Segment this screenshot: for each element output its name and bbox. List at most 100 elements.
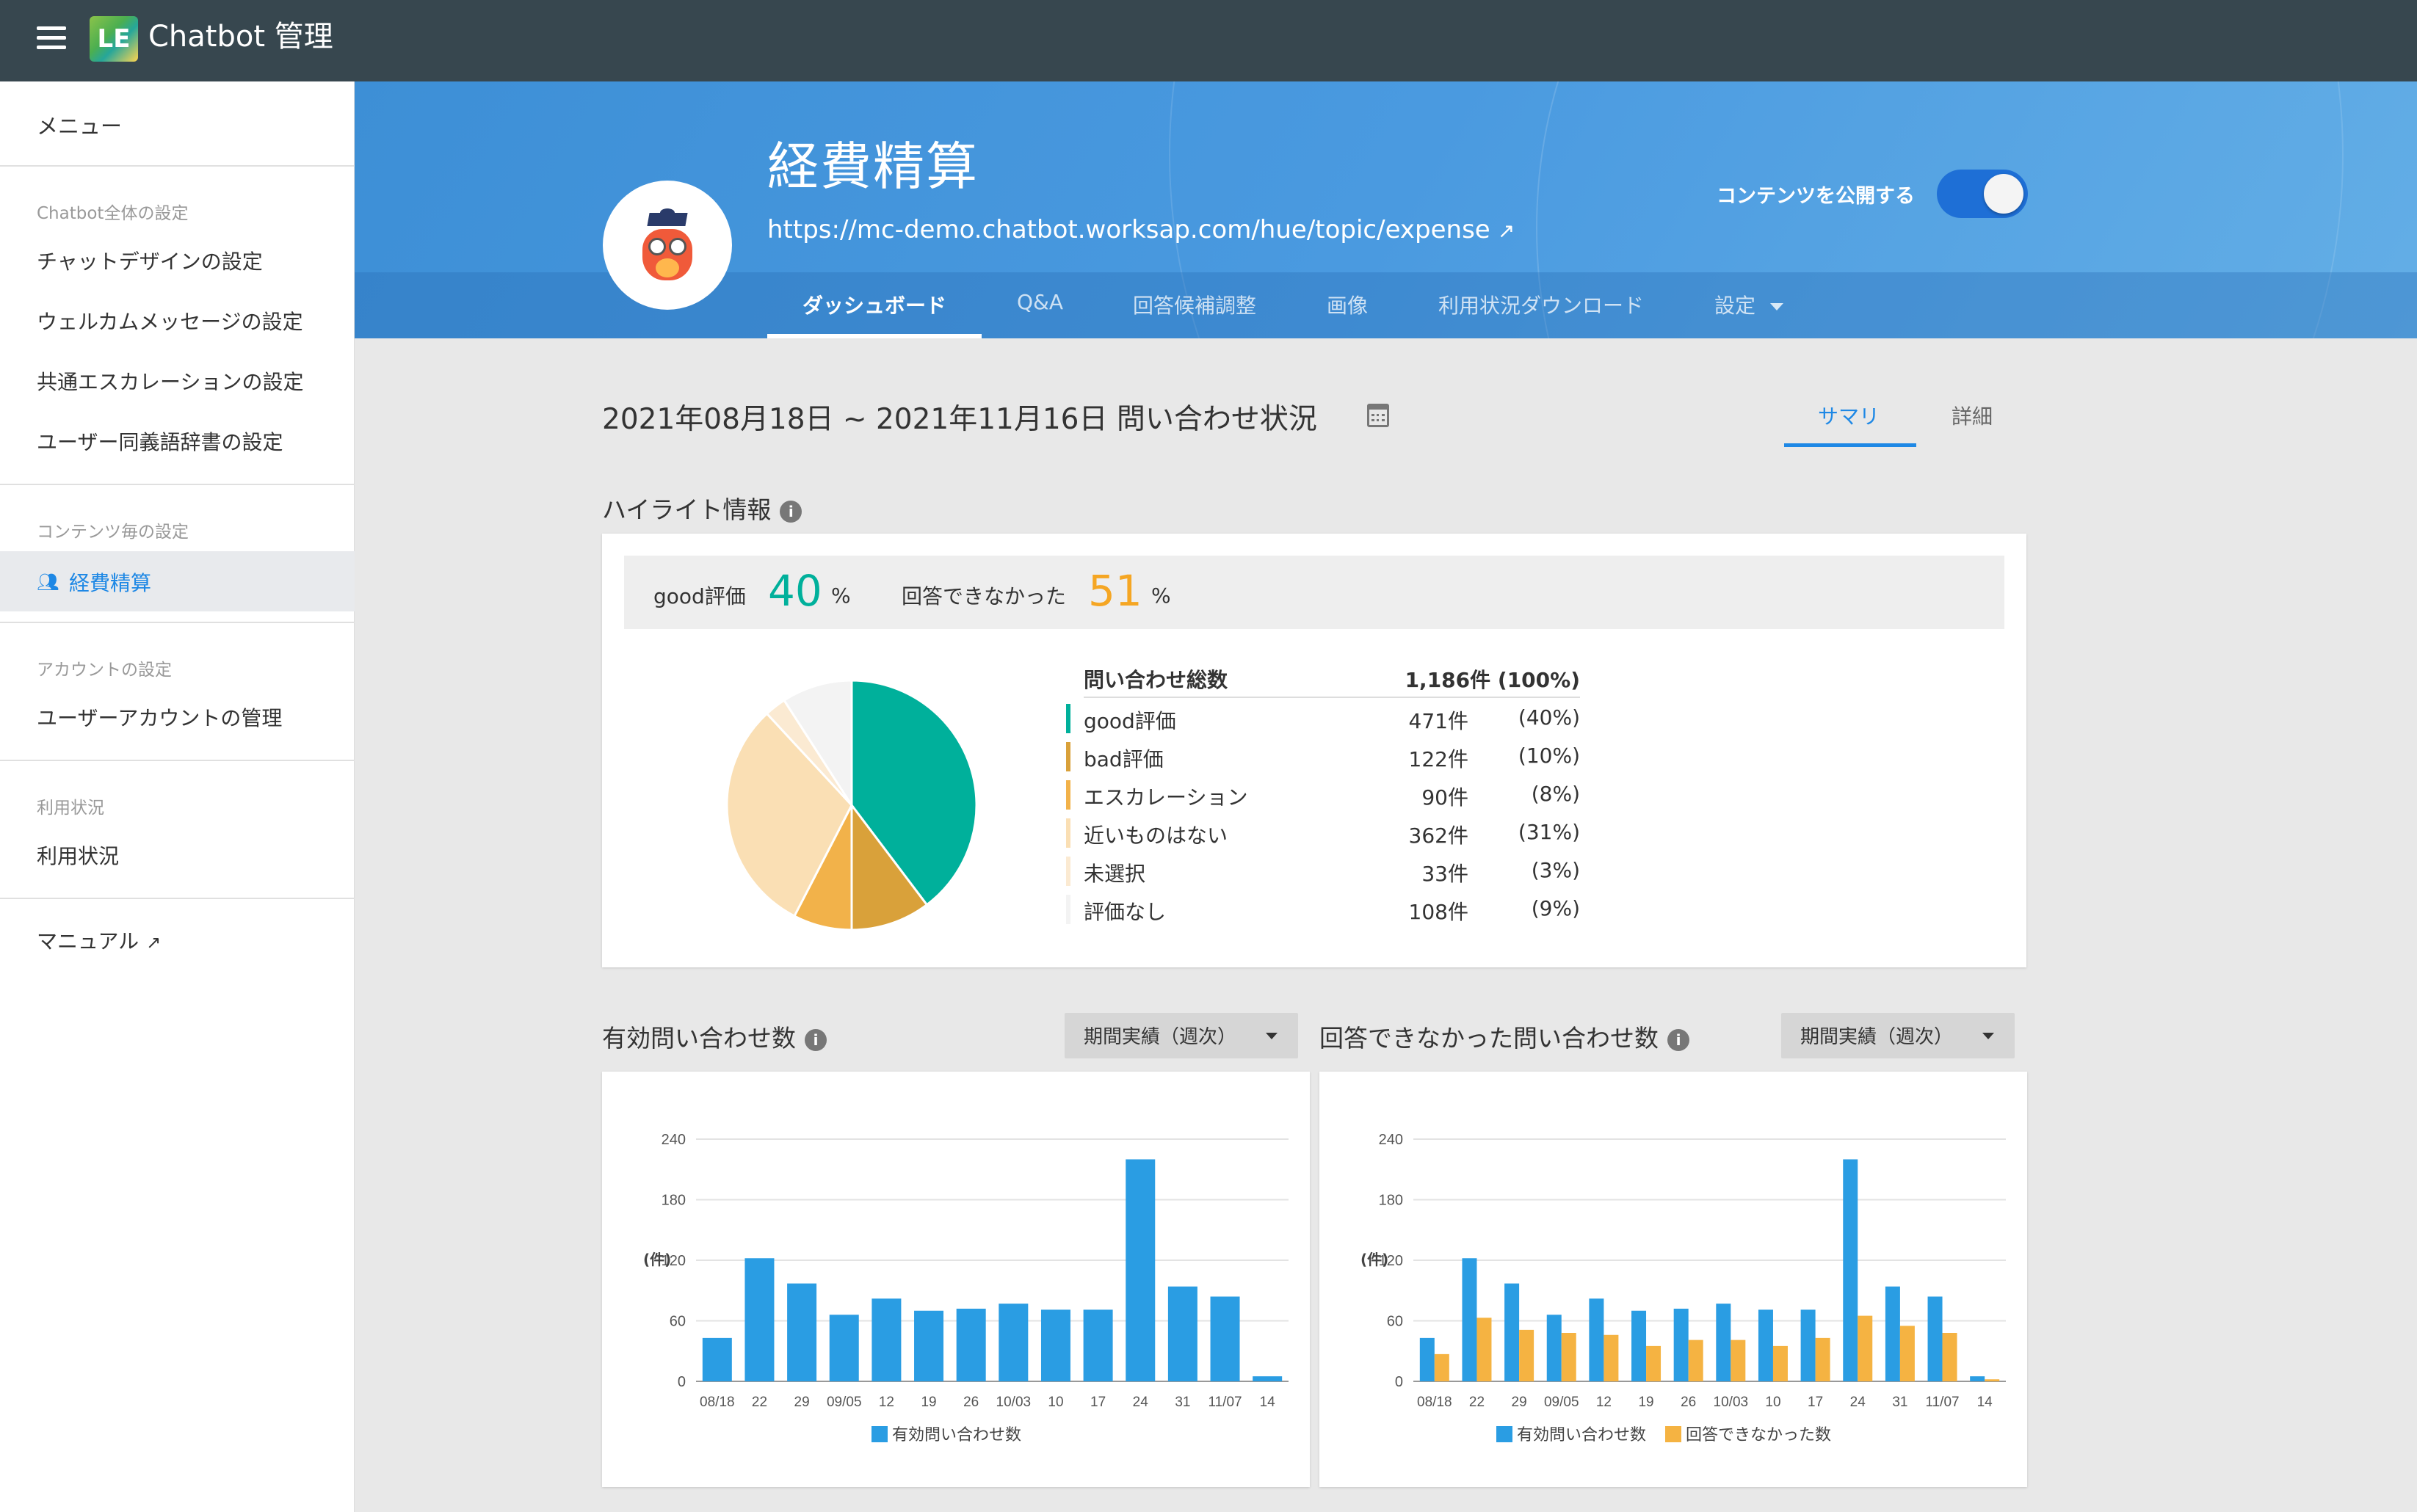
legend-percent: (9%)	[1531, 896, 1580, 920]
y-tick-label: 60	[1387, 1314, 1403, 1330]
legend-name: 未選択	[1084, 862, 1146, 886]
valid-inquiries-title: 有効問い合わせ数 i	[602, 1019, 827, 1054]
bar	[1126, 1159, 1156, 1381]
x-tick-label: 14	[1260, 1395, 1276, 1410]
x-tick-label: 11/07	[1925, 1395, 1959, 1410]
good-rating-label: good評価	[653, 584, 746, 608]
active-subtab-indicator	[1784, 443, 1916, 447]
valid-inquiries-card: 0 60 120 180 240 (件) 08/18 22 29 09/05 12 19 26 10/03…	[602, 1072, 1310, 1487]
chart-title: 有効問い合わせ数	[602, 1024, 796, 1053]
total-value: 1,186件 (100%)	[1405, 668, 1580, 692]
content-url-link[interactable]: https://mc-demo.chatbot.worksap.com/hue/…	[767, 215, 1515, 244]
period-select-left[interactable]: 期間実績（週次）	[1065, 1013, 1298, 1058]
legend-row: 近いものはない 362件 (31%)	[1066, 817, 1580, 849]
period-select-right[interactable]: 期間実績（週次）	[1781, 1013, 2015, 1058]
app-logo: LE	[90, 16, 138, 62]
info-icon[interactable]: i	[780, 500, 802, 523]
chevron-down-icon	[1266, 1033, 1278, 1039]
sidebar-section-content: コンテンツ毎の設定	[37, 523, 189, 542]
bar	[1673, 1309, 1689, 1381]
bar	[1253, 1376, 1283, 1381]
legend-row: 評価なし 108件 (9%)	[1066, 893, 1580, 926]
legend-divider	[1084, 697, 1580, 698]
legend-percent: (10%)	[1518, 744, 1580, 768]
chevron-down-icon	[1982, 1033, 1994, 1039]
calendar-icon[interactable]	[1367, 404, 1389, 427]
good-rating-percent: %	[831, 584, 851, 608]
tab-summary[interactable]: サマリ	[1818, 401, 1880, 430]
sidebar-item-welcome-message[interactable]: ウェルカムメッセージの設定	[37, 306, 303, 335]
sidebar-item-user-accounts[interactable]: ユーザーアカウントの管理	[37, 702, 282, 732]
info-icon[interactable]: i	[1667, 1028, 1689, 1051]
bar	[1210, 1296, 1240, 1381]
unanswered-value: 51	[1088, 566, 1142, 616]
legend-swatch	[1665, 1426, 1681, 1442]
x-tick-label: 08/18	[700, 1395, 735, 1410]
bar	[1985, 1379, 2000, 1381]
bar	[1167, 1286, 1197, 1381]
legend-percent: (31%)	[1518, 820, 1580, 844]
legend-label: 回答できなかった数	[1686, 1426, 1831, 1444]
sidebar-item-chat-design[interactable]: チャットデザインの設定	[37, 246, 263, 275]
info-icon[interactable]: i	[805, 1028, 827, 1051]
chart-title: 回答できなかった問い合わせ数	[1319, 1024, 1659, 1053]
sidebar-item-expense[interactable]: 👥︎ 経費精算	[0, 551, 355, 611]
bar	[1546, 1315, 1562, 1381]
tab-images[interactable]: 画像	[1327, 290, 1368, 319]
bar	[999, 1304, 1029, 1381]
publish-toggle[interactable]	[1937, 170, 2028, 218]
sidebar-divider	[0, 165, 355, 167]
legend-count: 90件	[1421, 785, 1468, 810]
y-tick-label: 180	[1379, 1193, 1403, 1209]
legend-name: 評価なし	[1084, 900, 1167, 924]
legend-name: エスカレーション	[1084, 785, 1248, 810]
unanswered-inquiries-card: 0 60 120 180 240 (件) 08/18 22 29 09/05 12 19 26 10/03…	[1319, 1072, 2027, 1487]
sidebar-divider	[0, 760, 355, 761]
y-tick-label: 180	[662, 1193, 686, 1209]
sidebar-item-label: 経費精算	[69, 571, 152, 595]
sidebar-item-usage[interactable]: 利用状況	[37, 840, 119, 870]
bar	[1772, 1345, 1788, 1381]
x-tick-label: 19	[1638, 1395, 1653, 1410]
x-tick-label: 12	[1596, 1395, 1612, 1410]
y-tick-label: 240	[662, 1132, 686, 1148]
bar	[1504, 1283, 1520, 1381]
bar	[1561, 1333, 1576, 1381]
sidebar-item-synonyms[interactable]: ユーザー同義語辞書の設定	[37, 426, 283, 456]
legend-swatch	[1496, 1426, 1512, 1442]
bar	[1419, 1337, 1435, 1381]
pie-legend: 問い合わせ総数 1,186件 (100%) good評価 471件 (40%) bad…	[1066, 660, 1580, 953]
bar	[1083, 1309, 1113, 1381]
tab-answer-tuning[interactable]: 回答候補調整	[1133, 290, 1256, 319]
x-tick-label: 09/05	[827, 1395, 862, 1410]
unanswered-inquiries-bar-chart: 060120180240(件)08/18 22 29 09/05 12 19 26 10/03…	[1360, 1132, 2006, 1444]
legend-count: 33件	[1421, 862, 1468, 886]
unanswered-inquiries-title: 回答できなかった問い合わせ数 i	[1319, 1019, 1689, 1054]
menu-icon[interactable]	[37, 26, 66, 51]
legend-percent: (8%)	[1531, 782, 1580, 806]
tab-settings[interactable]: 設定	[1714, 290, 1784, 319]
highlight-summary-bar: good評価 40 % 回答できなかった 51 %	[624, 556, 2004, 629]
valid-inquiries-bar-chart: 060120180240(件)08/18 22 29 09/05 12 19 26 10/03…	[643, 1132, 1289, 1444]
tab-dashboard[interactable]: ダッシュボード	[802, 290, 946, 319]
highlight-title: ハイライト情報	[602, 495, 772, 524]
total-label: 問い合わせ総数	[1084, 668, 1228, 692]
legend-name: 近いものはない	[1084, 824, 1228, 848]
tab-detail[interactable]: 詳細	[1952, 401, 1993, 430]
legend-count: 108件	[1408, 900, 1468, 924]
owl-mascot-icon	[638, 208, 697, 282]
bar	[1800, 1309, 1816, 1381]
x-tick-label: 11/07	[1208, 1395, 1242, 1410]
legend-label: 有効問い合わせ数	[1517, 1426, 1646, 1444]
tab-usage-download[interactable]: 利用状況ダウンロード	[1438, 290, 1644, 319]
external-link-icon: ↗	[146, 932, 162, 953]
sidebar-item-escalation[interactable]: 共通エスカレーションの設定	[37, 366, 303, 396]
tab-qa[interactable]: Q&A	[1017, 290, 1063, 314]
bar	[872, 1298, 902, 1381]
x-tick-label: 22	[752, 1395, 767, 1410]
x-tick-label: 26	[963, 1395, 979, 1410]
sidebar-item-manual[interactable]: マニュアル ↗	[37, 926, 161, 955]
y-tick-label: 0	[1395, 1374, 1403, 1390]
legend-count: 471件	[1408, 709, 1468, 733]
bar	[1040, 1309, 1070, 1381]
